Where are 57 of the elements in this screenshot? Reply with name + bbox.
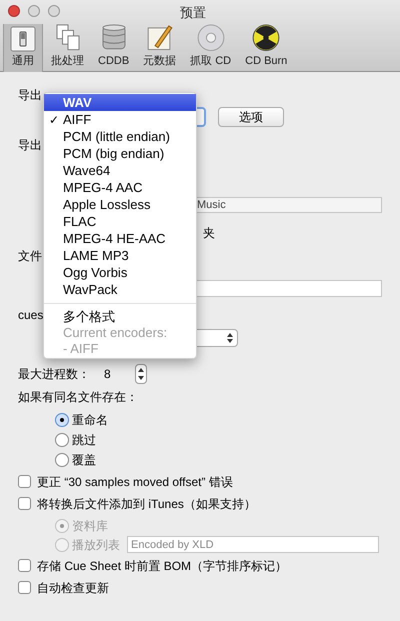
menu-item[interactable]: ✓ AIFF — [44, 111, 196, 128]
menu-item[interactable]: Ogg Vorbis — [44, 264, 196, 281]
toolbar-tab[interactable]: 批处理 — [45, 24, 90, 72]
toolbar-tab[interactable]: CD Burn — [239, 24, 294, 72]
field-label: cues — [18, 307, 44, 324]
field-label: 夹 — [203, 225, 215, 242]
documents-icon — [54, 24, 80, 52]
field-label: 导出 — [18, 87, 42, 104]
menu-item[interactable]: WAV — [44, 94, 196, 111]
stepper[interactable] — [134, 364, 147, 384]
menu-item[interactable]: FLAC — [44, 213, 196, 230]
stepper-arrows-icon — [227, 333, 233, 343]
radio-button[interactable] — [55, 433, 69, 447]
max-processes-value: 8 — [104, 366, 111, 383]
field-label: 导出 — [18, 137, 42, 154]
close-button[interactable] — [8, 5, 20, 17]
menu-item[interactable]: Wave64 — [44, 162, 196, 179]
checkbox-label: 将转换后文件添加到 iTunes（如果支持） — [37, 496, 256, 512]
checkbox-label: 存储 Cue Sheet 时前置 BOM（字节排序标记） — [37, 558, 288, 574]
toolbar-tab[interactable]: 通用 — [3, 24, 43, 72]
menu-item[interactable]: MPEG-4 HE-AAC — [44, 230, 196, 247]
menu-item[interactable]: PCM (big endian) — [44, 145, 196, 162]
cd-icon — [196, 24, 226, 52]
switch-icon — [10, 26, 36, 52]
radio-button[interactable] — [55, 413, 69, 427]
toolbar-tab[interactable]: 元数据 — [137, 24, 182, 72]
max-processes-label: 最大进程数： — [18, 366, 90, 383]
checkbox-label: 更正 “30 samples moved offset” 错误 — [37, 474, 233, 490]
radio-label: 重命名 — [72, 412, 108, 429]
window-title: 预置 — [180, 4, 206, 22]
checkbox-label: 自动检查更新 — [37, 580, 109, 596]
menu-item[interactable]: LAME MP3 — [44, 247, 196, 264]
radio-label: 覆盖 — [72, 452, 96, 469]
radio-label: 播放列表 — [72, 536, 120, 554]
checkbox[interactable] — [18, 581, 31, 594]
toolbar-tab[interactable]: CDDB — [92, 24, 136, 72]
checkbox[interactable] — [18, 559, 31, 572]
playlist-field[interactable]: Encoded by XLD — [127, 536, 379, 553]
toolbar-tab[interactable]: 抓取 CD — [184, 24, 238, 72]
checkbox[interactable] — [18, 475, 31, 488]
checkbox[interactable] — [18, 497, 31, 510]
menu-item[interactable]: MPEG-4 AAC — [44, 179, 196, 196]
menu-item[interactable]: PCM (little endian) — [44, 128, 196, 145]
options-button[interactable]: 选项 — [218, 107, 284, 127]
radio-label: 资料库 — [72, 518, 108, 534]
conflict-label: 如果有同名文件存在： — [18, 389, 138, 406]
radio-button[interactable] — [55, 453, 69, 467]
minimize-button[interactable] — [28, 5, 40, 17]
radiation-icon — [251, 24, 282, 52]
stepper-arrows-icon — [138, 367, 144, 381]
zoom-button[interactable] — [48, 5, 60, 17]
radio-label: 跳过 — [72, 432, 96, 449]
database-icon — [100, 24, 127, 52]
menu-item[interactable]: 多个格式 — [44, 309, 196, 325]
menu-item[interactable]: WavPack — [44, 281, 196, 298]
field-label: 文件 — [18, 248, 42, 265]
notepad-pencil-icon — [146, 24, 173, 52]
